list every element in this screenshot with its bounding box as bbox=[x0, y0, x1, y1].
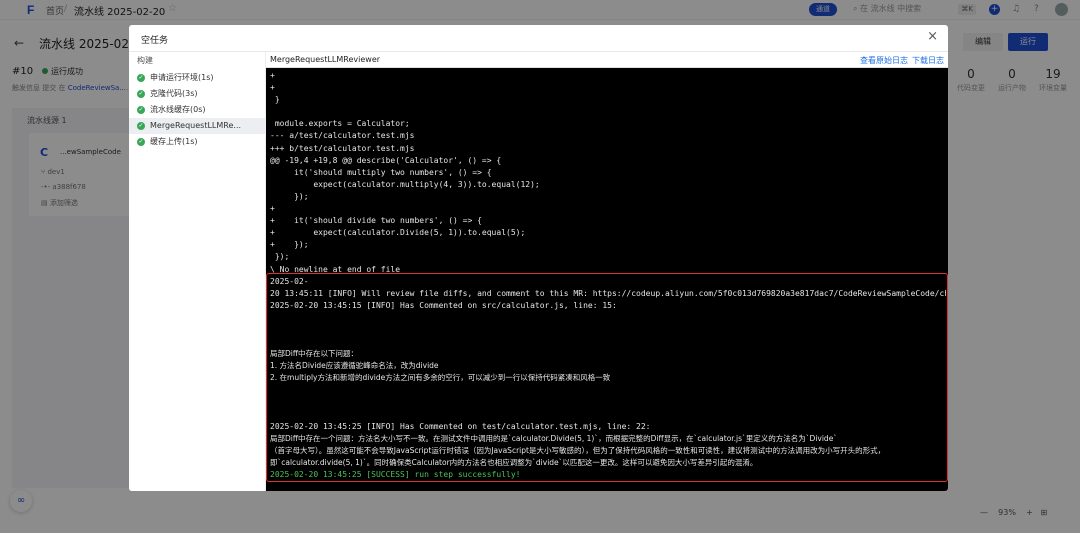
log-line: + bbox=[270, 71, 275, 80]
log-line: +++ b/test/calculator.test.mjs bbox=[270, 143, 415, 153]
log-panel: MergeRequestLLMReviewer 查看原始日志 下载日志 + + }… bbox=[266, 52, 948, 491]
log-line: 2025-02-20 13:45:25 [SUCCESS] run step s… bbox=[270, 470, 521, 480]
log-line: + bbox=[270, 204, 275, 214]
view-raw-log-link[interactable]: 查看原始日志 bbox=[860, 55, 908, 66]
step-label: 申请运行环境(1s) bbox=[150, 73, 214, 82]
log-header: MergeRequestLLMReviewer 查看原始日志 下载日志 bbox=[266, 52, 948, 68]
log-line: 2025-02- bbox=[270, 276, 309, 286]
modal-body: 构建 ✓ 申请运行环境(1s) ✓ 克隆代码(3s) ✓ 流水线缓存(0s) ✓ MergeR… bbox=[129, 51, 948, 491]
check-circle-icon: ✓ bbox=[137, 122, 145, 130]
step-label: MergeRequestLLMRe... bbox=[150, 121, 242, 130]
log-line: 20 13:45:11 [INFO] Will review file diff… bbox=[270, 288, 946, 298]
log-line: expect(calculator.multiply(4, 3)).to.equ… bbox=[270, 179, 540, 189]
log-line: 1. 方法名Divide应该遵循驼峰命名法，改为divide bbox=[270, 361, 439, 371]
log-line: it('should multiply two numbers', () => … bbox=[270, 167, 492, 177]
log-line: + it('should divide two numbers', () => … bbox=[270, 216, 482, 226]
download-log-link[interactable]: 下载日志 bbox=[912, 55, 944, 66]
log-line: 2. 在multiply方法和新增的divide方法之间有多余的空行，可以减少到… bbox=[270, 373, 611, 383]
log-line: }); bbox=[270, 252, 290, 262]
step-label: 克隆代码(3s) bbox=[150, 89, 198, 98]
log-line: 局部Diff中存在一个问题：方法名大小写不一致。在测试文件中调用的是`calcu… bbox=[270, 433, 838, 443]
check-circle-icon: ✓ bbox=[137, 90, 145, 98]
log-line: + bbox=[270, 83, 275, 93]
check-circle-icon: ✓ bbox=[137, 138, 145, 146]
log-line: module.exports = Calculator; bbox=[270, 119, 410, 129]
step-item[interactable]: ✓ 流水线缓存(0s) bbox=[129, 102, 265, 118]
log-line: + expect(calculator.Divide(5, 1)).to.equ… bbox=[270, 228, 526, 238]
log-line: 局部Diff中存在以下问题： bbox=[270, 349, 359, 359]
step-item[interactable]: ✓ 申请运行环境(1s) bbox=[129, 70, 265, 86]
step-group-header: 构建 bbox=[137, 56, 153, 65]
log-line: \ No newline at end of file bbox=[270, 264, 401, 274]
log-line: + }); bbox=[270, 240, 309, 250]
check-circle-icon: ✓ bbox=[137, 74, 145, 82]
step-label: 缓存上传(1s) bbox=[150, 137, 198, 146]
log-line: （首字母大写）。虽然这可能不会导致JavaScript运行时错误（因为JavaS… bbox=[270, 445, 886, 455]
step-item[interactable]: ✓ 缓存上传(1s) bbox=[129, 134, 265, 150]
step-label: 流水线缓存(0s) bbox=[150, 105, 206, 114]
log-line: 2025-02-20 13:45:25 [INFO] Has Commented… bbox=[270, 421, 651, 431]
step-item[interactable]: ✓ MergeRequestLLMRe... bbox=[129, 118, 265, 134]
check-circle-icon: ✓ bbox=[137, 106, 145, 114]
log-title: MergeRequestLLMReviewer bbox=[270, 55, 381, 64]
log-content[interactable]: + + } module.exports = Calculator; --- a/t… bbox=[270, 70, 946, 481]
modal-title: 空任务 bbox=[141, 36, 169, 46]
step-list: 构建 ✓ 申请运行环境(1s) ✓ 克隆代码(3s) ✓ 流水线缓存(0s) ✓ MergeR… bbox=[129, 52, 266, 491]
log-line: 即`calculator.divide(5, 1)`。同时确保类Calculat… bbox=[270, 458, 758, 467]
log-line: }); bbox=[270, 191, 309, 201]
log-line: --- a/test/calculator.test.mjs bbox=[270, 131, 415, 141]
log-line: 2025-02-20 13:45:15 [INFO] Has Commented… bbox=[270, 300, 617, 310]
close-icon[interactable]: × bbox=[927, 29, 938, 45]
log-line: } bbox=[270, 95, 280, 105]
log-line: @@ -19,4 +19,8 @@ describe('Calculator',… bbox=[270, 155, 502, 165]
step-item[interactable]: ✓ 克隆代码(3s) bbox=[129, 86, 265, 102]
task-modal: 空任务 × 构建 ✓ 申请运行环境(1s) ✓ 克隆代码(3s) ✓ 流水线缓存(0s) ✓… bbox=[129, 25, 948, 491]
